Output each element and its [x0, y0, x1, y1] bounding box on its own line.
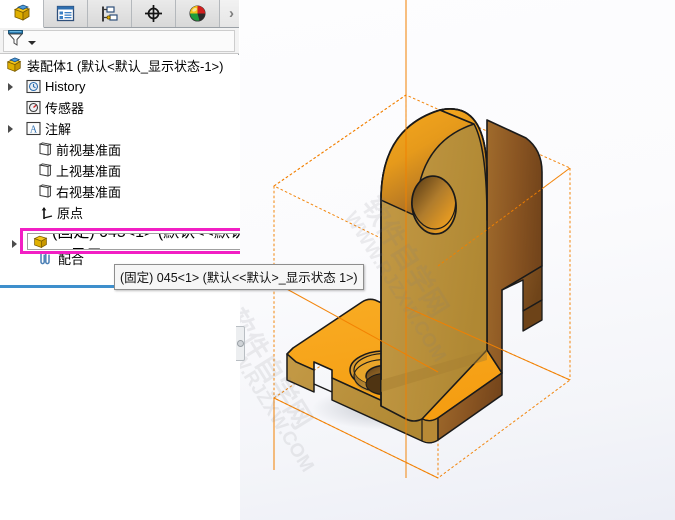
tree-item-label: 前视基准面 — [56, 143, 122, 158]
tab-property-manager[interactable] — [44, 0, 88, 27]
tab-configuration-manager[interactable] — [88, 0, 132, 27]
model-render — [273, 0, 571, 479]
property-list-icon — [56, 5, 75, 22]
plane-icon — [38, 142, 52, 157]
tree-item-label: 原点 — [57, 206, 84, 221]
expand-arrow-icon[interactable] — [5, 123, 16, 134]
tree-item-origin[interactable]: 原点 — [0, 202, 239, 223]
tab-feature-manager-design-tree[interactable] — [0, 0, 44, 28]
tree-item-label: History — [45, 79, 86, 94]
tree-item-label: 右视基准面 — [56, 185, 122, 200]
panel-splitter-handle[interactable] — [236, 326, 245, 361]
origin-icon — [40, 206, 53, 220]
tree-filter-bar — [0, 28, 239, 54]
tree-item-part-045[interactable]: (固定) 045<1> (默认<<默认>_显示 — [27, 233, 247, 250]
tree-item-history[interactable]: History — [0, 76, 239, 97]
tab-overflow-chevron[interactable]: › — [220, 0, 239, 27]
history-folder-icon — [26, 79, 41, 94]
tree-item-label: 传感器 — [45, 101, 85, 116]
feature-manager-panel: › 装配体1 (默认<默认_显示状态-1>) History 传感器 A 注解 … — [0, 0, 364, 520]
tree-root-label: 装配体1 (默认<默认_显示状态-1>) — [27, 59, 224, 74]
annotations-folder-icon: A — [26, 121, 41, 136]
tree-item-label: (固定) 045<1> (默认<<默认>_显示 — [52, 234, 246, 249]
crosshair-target-icon — [144, 4, 163, 23]
configuration-icon — [100, 5, 119, 23]
svg-text:A: A — [30, 124, 38, 135]
tab-dimxpert-manager[interactable] — [132, 0, 176, 27]
plane-icon — [38, 184, 52, 199]
manager-tab-strip: › — [0, 0, 239, 28]
plane-icon — [38, 163, 52, 178]
tree-item-front-plane[interactable]: 前视基准面 — [0, 139, 239, 160]
assembly-cube-icon — [12, 4, 32, 23]
tree-item-right-plane[interactable]: 右视基准面 — [0, 181, 239, 202]
tree-item-sensors[interactable]: 传感器 — [0, 97, 239, 118]
tree-item-label: 上视基准面 — [56, 164, 122, 179]
assembly-cube-icon — [5, 57, 23, 74]
tree-item-label: 注解 — [45, 122, 72, 137]
expand-arrow-icon[interactable] — [9, 238, 20, 249]
solidworks-window: › 装配体1 (默认<默认_显示状态-1>) History 传感器 A 注解 … — [0, 0, 675, 520]
funnel-filter-icon[interactable] — [7, 29, 24, 52]
part-cube-icon — [32, 234, 49, 249]
color-sphere-icon — [188, 4, 207, 23]
tree-item-annotations[interactable]: A 注解 — [0, 118, 239, 139]
tree-root-assembly[interactable]: 装配体1 (默认<默认_显示状态-1>) — [0, 55, 239, 76]
tab-display-manager[interactable] — [176, 0, 220, 27]
graphics-viewport[interactable]: 软件自学网 WWW.RJZXW.COM 软件自学网 WWW.RJZXW.COM — [240, 0, 675, 520]
sensor-folder-icon — [26, 100, 41, 115]
expand-arrow-icon[interactable] — [5, 81, 16, 92]
chevron-down-icon[interactable] — [28, 40, 36, 45]
part-tooltip: (固定) 045<1> (默认<<默认>_显示状态 1>) — [114, 264, 364, 290]
tree-item-top-plane[interactable]: 上视基准面 — [0, 160, 239, 181]
tree-filter-input[interactable] — [3, 29, 235, 52]
